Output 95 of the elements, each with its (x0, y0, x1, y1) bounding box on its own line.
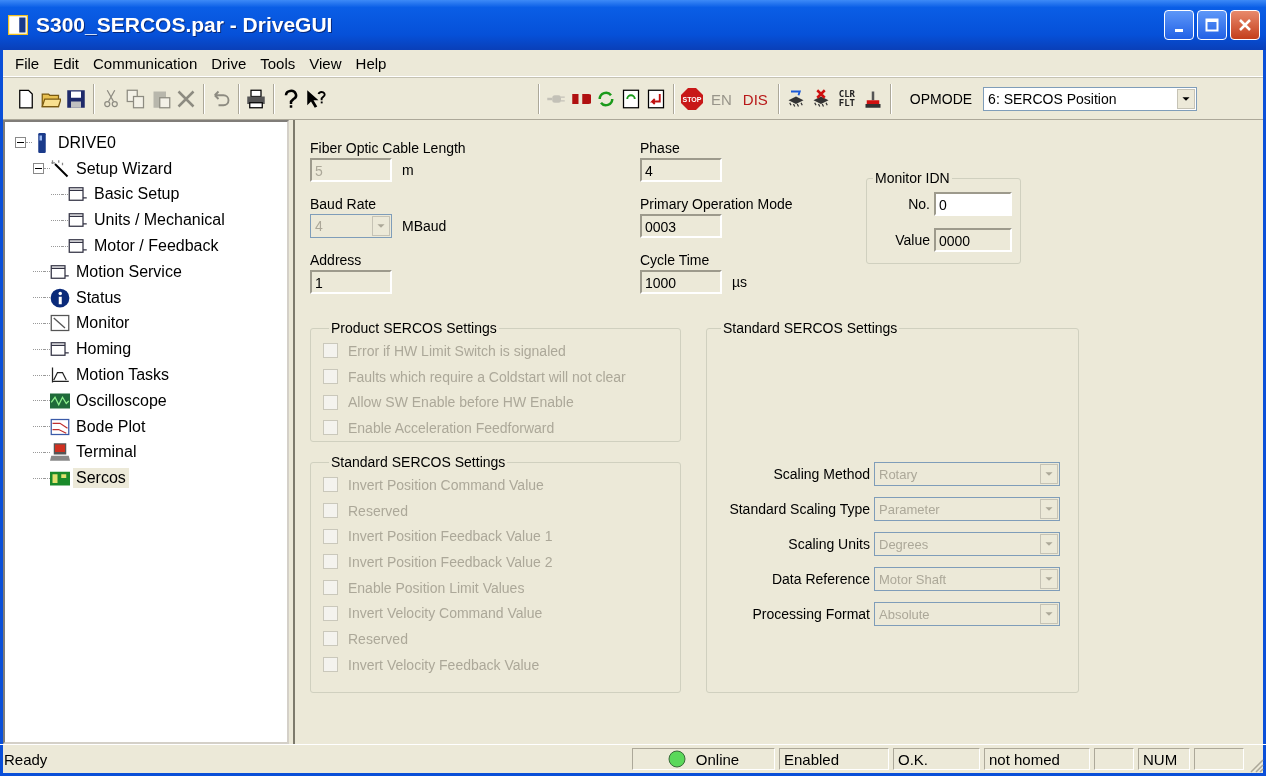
field-label: Standard Scaling Type (728, 501, 870, 517)
tree-item[interactable]: Oscilloscope (73, 390, 170, 411)
enter-document-icon[interactable] (646, 89, 666, 109)
tree-item[interactable]: Motion Service (73, 261, 185, 282)
tree-item[interactable]: DRIVE0 (55, 132, 119, 153)
checkbox-label: Reserved (348, 630, 408, 647)
tree-item[interactable]: Sercos (73, 468, 129, 489)
printer-icon[interactable] (246, 89, 266, 109)
field-label: Value (895, 232, 930, 248)
checkbox-label: Error if HW Limit Switch is signaled (348, 342, 566, 359)
tree-item[interactable]: Setup Wizard (73, 158, 176, 179)
opmode-label: OPMODE (909, 91, 973, 107)
maximize-button[interactable] (1197, 10, 1227, 40)
group-title: Standard SERCOS Settings (722, 320, 899, 336)
checkbox-label: Invert Position Command Value (348, 476, 544, 493)
unit-label: m (402, 162, 414, 178)
checkbox-label: Enable Acceleration Feedforward (348, 419, 555, 436)
text-field[interactable]: 1000 (640, 270, 722, 294)
tree-item[interactable]: Status (73, 287, 125, 308)
expander-icon[interactable] (15, 137, 26, 149)
opmode-dropdown[interactable]: 6: SERCOS Position (983, 87, 1198, 111)
field-label: Scaling Method (772, 466, 870, 482)
expander-icon[interactable] (33, 163, 44, 175)
status-panel (1094, 748, 1134, 770)
close-icon (1238, 18, 1252, 32)
checkbox-label: Allow SW Enable before HW Enable (348, 394, 574, 411)
unit-label: MBaud (402, 218, 447, 234)
tree-item[interactable]: Homing (73, 339, 135, 360)
checkbox-label: Invert Position Feedback Value 1 (348, 528, 553, 545)
status-text: not homed (984, 748, 1090, 770)
menu-item[interactable]: File (9, 52, 46, 74)
app-icon (8, 15, 28, 35)
close-button[interactable] (1230, 10, 1260, 40)
menu-item[interactable]: Tools (254, 52, 302, 74)
toolbar-text-button[interactable]: CLR FLT (835, 90, 858, 108)
maximize-icon (1205, 18, 1219, 32)
menu-item[interactable]: Communication (87, 52, 204, 74)
status-text: NUM (1138, 748, 1190, 770)
checkbox-label: Invert Velocity Feedback Value (348, 656, 540, 673)
checkbox-label: Invert Velocity Command Value (348, 605, 543, 622)
field-label: Scaling Units (787, 536, 870, 552)
tree-item[interactable]: Motor / Feedback (91, 236, 222, 257)
status-text: Enabled (779, 748, 889, 770)
context-help-icon[interactable] (306, 89, 326, 109)
text-field[interactable]: 4 (640, 158, 722, 182)
menu-item[interactable]: Drive (205, 52, 253, 74)
tree-item[interactable]: Motion Tasks (73, 365, 173, 386)
tree-item[interactable]: Monitor (73, 313, 133, 334)
refresh-icon[interactable] (596, 89, 616, 109)
field-label: Address (310, 252, 363, 268)
checkbox-label: Enable Position Limit Values (348, 579, 525, 596)
text-field[interactable]: 0003 (640, 214, 722, 238)
magic-wand-icon (50, 158, 70, 179)
refresh-document-icon[interactable] (621, 89, 641, 109)
terminal-icon (50, 442, 70, 463)
field-label: Data Reference (770, 571, 870, 587)
field-label: Phase (640, 140, 681, 156)
checkbox-label: Invert Position Feedback Value 2 (348, 553, 553, 570)
text-field[interactable]: 0000 (934, 228, 1012, 252)
tree-item[interactable]: Units / Mechanical (91, 210, 228, 231)
group-title: Standard SERCOS Settings (330, 454, 507, 470)
field-label: Cycle Time (640, 252, 711, 268)
save-icon[interactable] (66, 89, 86, 109)
group-title: Monitor IDN (874, 170, 951, 186)
field-label: Processing Format (751, 606, 870, 622)
field-label: Fiber Optic Cable Length (310, 140, 467, 156)
menu-item[interactable]: Edit (47, 52, 86, 74)
monitor-icon (50, 313, 70, 334)
tree-item[interactable]: Basic Setup (91, 184, 183, 205)
minimize-button[interactable] (1164, 10, 1194, 40)
group-title: Product SERCOS Settings (330, 320, 498, 336)
status-panel (1194, 748, 1244, 770)
window-title: S300_SERCOS.par - DriveGUI (36, 13, 334, 37)
motion-profile-icon (50, 365, 70, 386)
text-field[interactable]: 1 (310, 270, 392, 294)
new-file-icon[interactable] (16, 89, 36, 109)
checkbox-label: Reserved (348, 502, 408, 519)
minimize-icon (1175, 28, 1183, 32)
field-label: No. (908, 196, 930, 212)
info-icon (50, 287, 70, 308)
field-label: Baud Rate (310, 196, 378, 212)
menu-item[interactable]: Help (349, 52, 393, 74)
status-message: Ready (4, 750, 49, 768)
resize-grip-icon[interactable] (1248, 757, 1264, 773)
field-label: Primary Operation Mode (640, 196, 794, 212)
menu-item[interactable]: View (303, 52, 348, 74)
toolbar-text-button[interactable]: DIS (739, 90, 771, 108)
tree-item[interactable]: Terminal (73, 442, 140, 463)
unit-label: µs (732, 274, 748, 290)
text-field[interactable]: 0 (934, 192, 1012, 216)
bode-plot-icon (50, 416, 70, 437)
status-text: O.K. (893, 748, 980, 770)
status-text: Online (695, 750, 740, 768)
checkbox-label: Faults which require a Coldstart will not clear (348, 368, 626, 385)
tree-item[interactable]: Bode Plot (73, 416, 149, 437)
